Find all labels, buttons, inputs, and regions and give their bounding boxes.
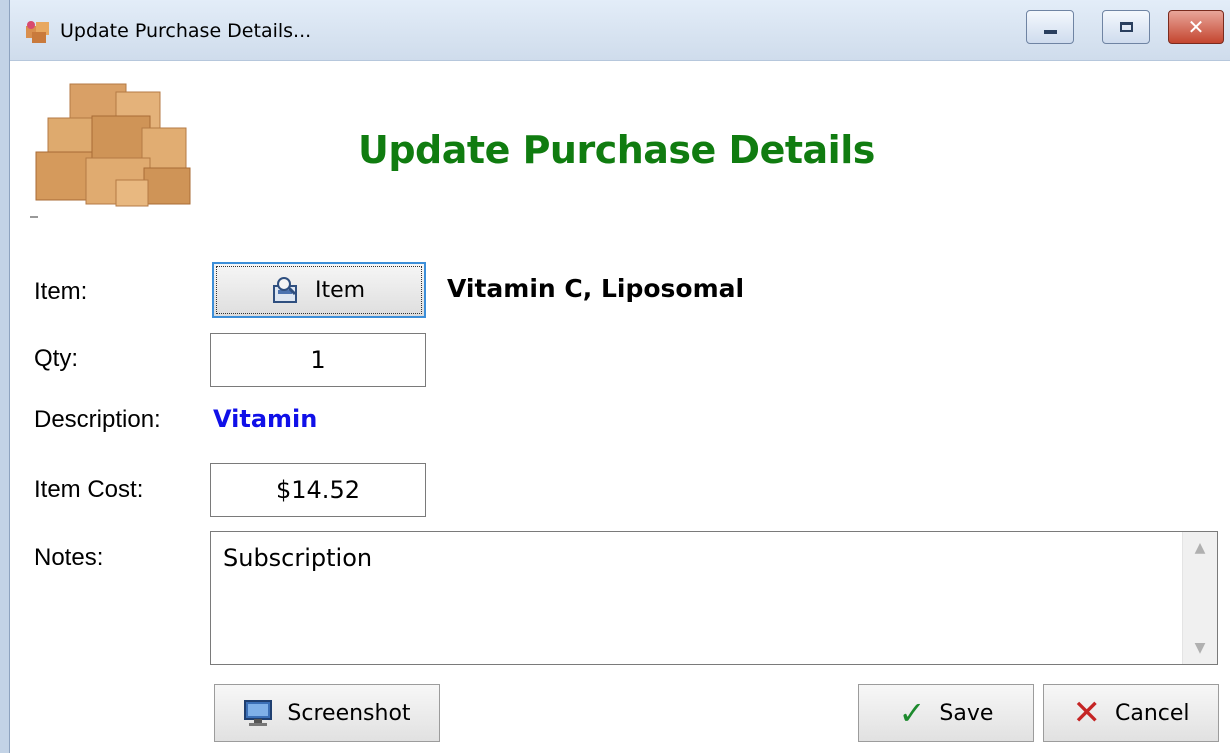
window-title: Update Purchase Details... [60, 20, 312, 42]
item-cost-field[interactable]: $14.52 [210, 463, 426, 517]
monitor-icon [244, 700, 273, 726]
title-bar[interactable]: Update Purchase Details... ✕ [10, 0, 1230, 61]
description-label: Description: [34, 406, 161, 433]
page-title: Update Purchase Details [358, 128, 875, 172]
minimize-icon [1043, 30, 1057, 34]
screenshot-label: Screenshot [287, 700, 411, 726]
qty-field[interactable]: 1 [210, 333, 426, 387]
notes-field[interactable]: Subscription ▲ ▼ [210, 531, 1218, 665]
app-icon [26, 21, 49, 43]
maximize-button[interactable] [1102, 10, 1150, 44]
item-name: Vitamin C, Liposomal [447, 274, 745, 303]
item-cost-label: Item Cost: [34, 476, 144, 503]
scroll-up-icon[interactable]: ▲ [1183, 540, 1217, 556]
cancel-x-icon: ✕ [1072, 693, 1101, 733]
item-button-label: Item [314, 277, 366, 303]
save-button[interactable]: ✓ Save [858, 684, 1034, 742]
cancel-button[interactable]: ✕ Cancel [1043, 684, 1219, 742]
maximize-icon [1119, 22, 1133, 32]
minimize-button[interactable] [1026, 10, 1074, 44]
qty-label: Qty: [34, 345, 79, 372]
item-search-icon [272, 277, 297, 303]
boxes-logo [30, 83, 191, 218]
close-icon: ✕ [1187, 15, 1205, 39]
screenshot-button[interactable]: Screenshot [214, 684, 440, 742]
notes-text: Subscription [223, 544, 373, 572]
notes-scrollbar[interactable]: ▲ ▼ [1182, 532, 1217, 664]
close-button[interactable]: ✕ [1168, 10, 1224, 44]
notes-label: Notes: [34, 544, 104, 571]
window-left-border [0, 0, 10, 753]
scroll-down-icon[interactable]: ▼ [1183, 640, 1217, 656]
cancel-label: Cancel [1114, 700, 1190, 726]
description-value: Vitamin [213, 405, 318, 433]
update-purchase-window: Update Purchase Details... ✕ Update Purc… [0, 0, 1230, 753]
save-label: Save [939, 700, 994, 726]
item-select-button[interactable]: Item [212, 262, 426, 318]
check-icon: ✓ [898, 694, 926, 732]
item-label: Item: [34, 278, 88, 305]
